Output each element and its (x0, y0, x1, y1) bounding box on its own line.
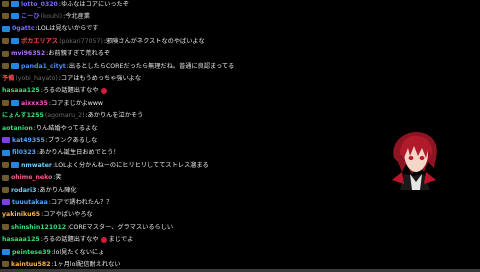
sub-badge-icon (11, 162, 19, 169)
chat-username[interactable]: 予備 (2, 74, 14, 83)
chat-username-login: (yobi_hayato) (15, 74, 58, 82)
chat-message: ohime_neko: 笑 (2, 173, 62, 182)
chat-message-text: お前親すぎて荒れるぞ (48, 50, 111, 58)
chat-username[interactable]: nmwater (21, 161, 52, 170)
crown-badge-icon (2, 38, 9, 45)
chat-message: yakiniku65: コアやばいやろな (2, 210, 93, 219)
sub-badge-icon (11, 1, 19, 7)
chat-username[interactable]: hasaaa125 (2, 235, 40, 244)
chat-username-login: (agomaru_2) (44, 112, 85, 120)
chat-username[interactable]: tuuutakaa (12, 198, 48, 207)
chat-message: peintese39: lol見たくないにょ (2, 248, 104, 257)
chat-message: こーひ (kouhi): 今北産業 (2, 12, 90, 21)
chat-message: hasaaa125: ろるの話題出すなや まじでよ (2, 235, 133, 244)
chat-message-text: ゆふなはコアにいったぞ (60, 0, 129, 8)
crown-badge-icon (2, 13, 9, 20)
chat-message-text: りん結婚やってるよな (35, 124, 98, 132)
chat-username[interactable]: lotto_0320 (21, 0, 58, 9)
sub-badge-icon (11, 13, 19, 20)
sub-badge-icon (11, 63, 19, 69)
chat-message-text: コアやばいやろな (43, 211, 93, 219)
chat-username[interactable]: こーひ (21, 12, 40, 21)
sub-badge-icon (2, 25, 10, 32)
chat-message: kat49355: ブランクあるしな (2, 136, 97, 145)
chat-username[interactable]: panda1_cityt (21, 62, 66, 71)
chat-message: nmwater: LOLよく分かんねーのにヒリヒリしててストレス溜まる (2, 161, 209, 170)
chat-message-text: COREマスター、グラマスいるらしい (69, 223, 174, 231)
chat-message: aotanion: りん結婚やってるよな (2, 124, 97, 133)
chat-message-text: まじでよ (108, 236, 134, 244)
chat-message-text: 1ヶ月lol配信耐えれない (53, 260, 121, 268)
sub-badge-icon (2, 249, 10, 255)
chat-message-text: コアで誘われたん？？ (50, 198, 113, 206)
chat-message: 予備 (yobi_hayato): コアはもうめっちゃ強いよな (2, 74, 141, 83)
chat-message-text: lol見たくないにょ (53, 248, 105, 256)
crown-badge-icon (2, 100, 9, 107)
chat-message: ポカエリアス (pokari77057): 邪険さんがネクストなのやばいよな (2, 37, 205, 46)
chat-message: kaintuu582: 1ヶ月lol配信耐えれない (2, 260, 120, 269)
chat-username-login: (pokari77057) (59, 37, 103, 45)
chat-message-text: コアまじかよwww (50, 99, 103, 107)
chat-message-text: ろるの話題出すなや (42, 87, 99, 95)
chat-username-login: (kouhi) (40, 12, 63, 20)
sub-badge-icon (11, 38, 19, 45)
chat-message-text: ブランクあるしな (47, 136, 98, 144)
sub-badge-icon (11, 100, 19, 107)
chat-message: tuuutakaa: コアで誘われたん？？ (2, 198, 112, 207)
emote-icon (100, 87, 107, 94)
sub-badge-icon (2, 149, 10, 156)
chat-username[interactable]: ポカエリアス (21, 37, 58, 46)
chat-username[interactable]: peintese39 (12, 248, 51, 257)
chat-username[interactable]: hasaaa125 (2, 86, 40, 95)
chat-log: lotto_0320: ゆふなはコアにいったぞ こーひ (kouhi): 今北産業 0… (0, 0, 340, 272)
crown-badge-icon (2, 1, 9, 7)
chat-message-text: コアはもうめっちゃ強いよな (60, 74, 142, 82)
chat-message: aixxx35: コアまじかよwww (2, 99, 103, 108)
chat-username[interactable]: kaintuu582 (11, 260, 51, 269)
prime-badge-icon (2, 199, 10, 206)
chat-message: fil0323: あかりん誕生日おめでとう！ (2, 148, 119, 157)
chat-message-text: LOLよく分かんねーのにヒリヒリしててストレス溜まる (55, 161, 209, 169)
chat-username[interactable]: fil0323 (12, 148, 36, 157)
chat-username[interactable]: shinshin121012 (11, 223, 66, 232)
chat-username[interactable]: kat49355 (12, 136, 45, 145)
crown-badge-icon (2, 174, 9, 181)
chat-message-text: あかりん陣化 (39, 186, 77, 194)
chat-username[interactable]: mvi96352 (11, 49, 45, 58)
chat-message: rodari3: あかりん陣化 (2, 186, 77, 195)
chat-username[interactable]: aixxx35 (21, 99, 48, 108)
chat-username[interactable]: にょんす1255 (2, 111, 44, 120)
chat-message: 0gattc: LOLは見ないからです (2, 24, 98, 33)
chat-message-text: ろるの話題出すなや (42, 236, 99, 244)
vtuber-avatar-icon (392, 132, 437, 190)
chat-message-text: あかりんを泣かそう (87, 112, 144, 120)
crown-badge-icon (2, 50, 9, 57)
chat-message: lotto_0320: ゆふなはコアにいったぞ (2, 0, 129, 9)
chat-username[interactable]: 0gattc (12, 24, 35, 33)
chat-username[interactable]: rodari3 (11, 186, 36, 195)
crown-badge-icon (2, 187, 9, 193)
chat-message-text: あかりん誕生日おめでとう！ (39, 149, 120, 157)
chat-username[interactable]: aotanion (2, 124, 33, 133)
chat-message-text: 出るとしたらCOREだったら無理だね。普通に良認まってる (68, 62, 235, 70)
chat-message-text: 邪険さんがネクストなのやばいよな (105, 37, 205, 45)
crown-badge-icon (2, 162, 9, 169)
prime-badge-icon (2, 137, 10, 144)
emote-icon (100, 236, 107, 243)
chat-message: panda1_cityt: 出るとしたらCOREだったら無理だね。普通に良認まっ… (2, 62, 234, 71)
chat-message: にょんす1255 (agomaru_2): あかりんを泣かそう (2, 111, 143, 120)
chat-message-text: 笑 (55, 174, 62, 182)
chat-message: shinshin121012: COREマスター、グラマスいるらしい (2, 223, 173, 232)
chat-username[interactable]: ohime_neko (11, 173, 52, 182)
crown-badge-icon (2, 63, 9, 69)
chat-message: mvi96352: お前親すぎて荒れるぞ (2, 49, 110, 58)
chat-message: hasaaa125: ろるの話題出すなや (2, 86, 107, 95)
chat-username[interactable]: yakiniku65 (2, 210, 40, 219)
crown-badge-icon (2, 261, 9, 268)
chat-message-text: LOLは見ないからです (37, 25, 99, 33)
crown-badge-icon (2, 224, 9, 231)
chat-message-text: 今北産業 (65, 12, 90, 20)
